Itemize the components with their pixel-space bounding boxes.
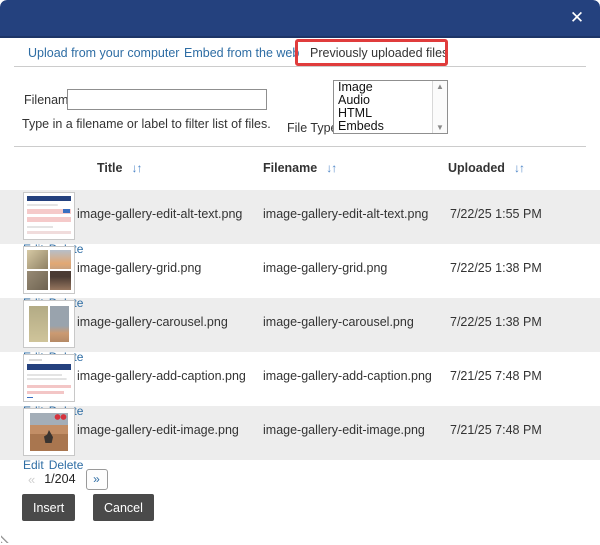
close-icon[interactable]: ✕ <box>566 7 588 29</box>
file-title: image-gallery-grid.png <box>77 244 263 275</box>
previous-page-icon[interactable]: « <box>28 472 35 487</box>
filename-input[interactable] <box>67 89 267 110</box>
file-uploaded: 7/22/25 1:55 PM <box>450 190 600 221</box>
table-header: Title ↓↑ Filename ↓↑ Uploaded ↓↑ <box>0 161 600 179</box>
file-title: image-gallery-edit-image.png <box>77 406 263 437</box>
tab-upload-from-computer[interactable]: Upload from your computer <box>28 40 179 66</box>
thumb-cell: EditDelete <box>23 408 75 472</box>
thumbnail-image <box>27 250 71 290</box>
page-indicator: 1/204 <box>44 472 75 486</box>
file-thumbnail-carousel[interactable] <box>23 300 75 348</box>
sort-uploaded-icon[interactable]: ↓↑ <box>514 161 524 175</box>
file-type-option-embeds[interactable]: Embeds <box>334 120 432 133</box>
file-type-listbox[interactable]: Image Audio HTML Embeds ▲ ▼ <box>333 80 448 134</box>
next-page-button[interactable]: » <box>86 469 108 490</box>
file-title: image-gallery-add-caption.png <box>77 352 263 383</box>
column-uploaded-label: Uploaded <box>448 161 505 175</box>
pagination: « 1/204 » <box>28 468 108 490</box>
file-thumbnail-grid[interactable] <box>23 246 75 294</box>
table-row[interactable]: EditDelete image-gallery-add-caption.png… <box>0 352 600 406</box>
file-title: image-gallery-carousel.png <box>77 298 263 329</box>
file-type-options: Image Audio HTML Embeds <box>334 81 432 133</box>
sort-title-icon[interactable]: ↓↑ <box>131 161 141 175</box>
column-header-title: Title ↓↑ <box>97 161 141 175</box>
thumbnail-image <box>27 412 71 452</box>
file-list: EditDelete image-gallery-edit-alt-text.p… <box>0 190 600 460</box>
listbox-scrollbar[interactable]: ▲ ▼ <box>432 81 447 133</box>
cancel-button[interactable]: Cancel <box>93 494 154 521</box>
file-filename: image-gallery-carousel.png <box>263 298 450 329</box>
file-thumbnail-edit-alt-text[interactable] <box>23 192 75 240</box>
file-thumbnail-edit-image[interactable] <box>23 408 75 456</box>
table-row[interactable]: EditDelete image-gallery-edit-alt-text.p… <box>0 190 600 244</box>
file-uploaded: 7/22/25 1:38 PM <box>450 244 600 275</box>
filter-divider <box>14 146 586 147</box>
thumbnail-image <box>27 196 71 236</box>
file-title: image-gallery-edit-alt-text.png <box>77 190 263 221</box>
file-uploaded: 7/21/25 7:48 PM <box>450 352 600 383</box>
scroll-up-icon[interactable]: ▲ <box>436 82 444 91</box>
column-filename-label: Filename <box>263 161 317 175</box>
resize-grip-icon[interactable] <box>1 533 11 543</box>
column-header-uploaded: Uploaded ↓↑ <box>448 161 524 175</box>
tabs-divider <box>14 66 586 67</box>
column-title-label: Title <box>97 161 122 175</box>
file-filename: image-gallery-add-caption.png <box>263 352 450 383</box>
tab-embed-from-web[interactable]: Embed from the web <box>184 40 299 66</box>
column-header-filename: Filename ↓↑ <box>263 161 336 175</box>
table-row[interactable]: EditDelete image-gallery-edit-image.png … <box>0 406 600 460</box>
thumbnail-image <box>27 304 71 344</box>
file-uploaded: 7/21/25 7:48 PM <box>450 406 600 437</box>
file-filename: image-gallery-edit-image.png <box>263 406 450 437</box>
table-row[interactable]: EditDelete image-gallery-carousel.png im… <box>0 298 600 352</box>
file-uploaded: 7/22/25 1:38 PM <box>450 298 600 329</box>
filter-help-text: Type in a filename or label to filter li… <box>22 117 271 131</box>
file-filename: image-gallery-edit-alt-text.png <box>263 190 450 221</box>
upload-dialog: ✕ Upload from your computer Embed from t… <box>0 0 600 545</box>
table-row[interactable]: EditDelete image-gallery-grid.png image-… <box>0 244 600 298</box>
file-thumbnail-add-caption[interactable] <box>23 354 75 402</box>
dialog-titlebar: ✕ <box>0 0 600 38</box>
tab-previously-uploaded-files[interactable]: Previously uploaded files <box>310 40 448 66</box>
scroll-down-icon[interactable]: ▼ <box>436 123 444 132</box>
sort-filename-icon[interactable]: ↓↑ <box>326 161 336 175</box>
file-type-label: File Type <box>287 121 338 135</box>
tab-bar: Upload from your computer Embed from the… <box>0 40 600 66</box>
insert-button[interactable]: Insert <box>22 494 75 521</box>
file-filename: image-gallery-grid.png <box>263 244 450 275</box>
thumbnail-image <box>27 358 71 398</box>
